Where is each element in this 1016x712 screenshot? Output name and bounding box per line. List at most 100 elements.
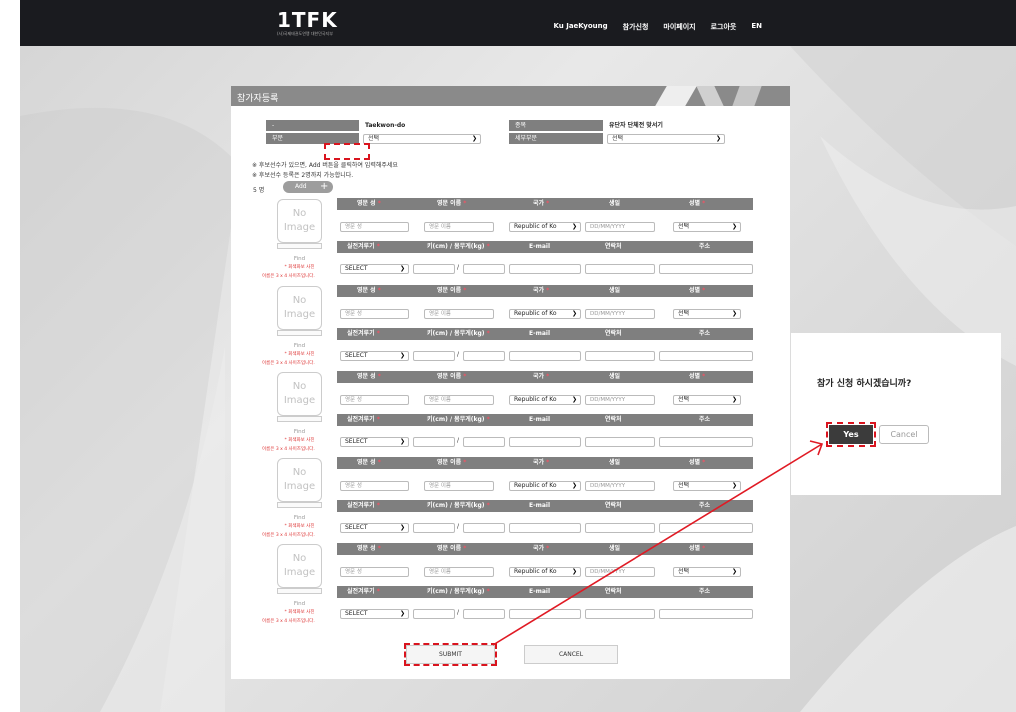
header-birthday: 생일 <box>609 545 621 552</box>
country-select[interactable]: Republic of Ko ❯ <box>509 309 581 319</box>
gender-select[interactable]: 선택 ❯ <box>673 481 741 491</box>
first-name-input[interactable]: 영문 이름 <box>424 222 494 232</box>
logo[interactable]: 1TFK <box>277 8 338 32</box>
height-weight-separator: / <box>457 437 460 444</box>
field-header-row-2: 실전겨루기 * 키(cm) / 몸무게(kg) * E-mail 연락처 주소 <box>337 328 753 340</box>
dialog-cancel-button[interactable]: Cancel <box>879 425 929 444</box>
photo-file-input[interactable] <box>277 588 322 594</box>
nav-mypage[interactable]: 마이페이지 <box>663 22 695 32</box>
first-name-input[interactable]: 영문 이름 <box>424 567 494 577</box>
first-name-input[interactable]: 영문 이름 <box>424 309 494 319</box>
nav-user-name[interactable]: Ku JaeKyoung <box>554 22 608 32</box>
photo-note-1: * 회색화보 사진 <box>284 352 315 357</box>
photo-file-input[interactable] <box>277 243 322 249</box>
find-button[interactable]: Find <box>277 343 322 349</box>
header-gender: 성별 * <box>689 287 706 294</box>
photo-placeholder[interactable]: No Image <box>277 199 322 243</box>
email-input[interactable] <box>509 609 581 619</box>
country-select[interactable]: Republic of Ko ❯ <box>509 481 581 491</box>
weight-input[interactable] <box>463 351 505 361</box>
photo-file-input[interactable] <box>277 416 322 422</box>
country-select[interactable]: Republic of Ko ❯ <box>509 395 581 405</box>
gender-select[interactable]: 선택 ❯ <box>673 567 741 577</box>
first-name-input[interactable]: 영문 이름 <box>424 481 494 491</box>
birthday-input[interactable]: DD/MM/YYYY <box>585 222 655 232</box>
address-input[interactable] <box>659 437 753 447</box>
photo-placeholder[interactable]: No Image <box>277 372 322 416</box>
phone-input[interactable] <box>585 609 655 619</box>
nav-apply[interactable]: 참가신청 <box>623 22 649 32</box>
photo-file-input[interactable] <box>277 330 322 336</box>
email-input[interactable] <box>509 523 581 533</box>
find-button[interactable]: Find <box>277 256 322 262</box>
last-name-input[interactable]: 영문 성 <box>340 395 409 405</box>
gender-select[interactable]: 선택 ❯ <box>673 309 741 319</box>
last-name-input[interactable]: 영문 성 <box>340 309 409 319</box>
photo-file-input[interactable] <box>277 502 322 508</box>
address-input[interactable] <box>659 609 753 619</box>
photo-placeholder[interactable]: No Image <box>277 458 322 502</box>
email-input[interactable] <box>509 351 581 361</box>
header-country: 국가 * <box>533 373 550 380</box>
sparring-select[interactable]: SELECT ❯ <box>340 609 409 619</box>
find-button[interactable]: Find <box>277 429 322 435</box>
add-button[interactable]: Add + <box>283 181 333 193</box>
division-select[interactable]: 선택 ❯ <box>363 134 481 144</box>
plus-icon: + <box>320 181 329 192</box>
birthday-input[interactable]: DD/MM/YYYY <box>585 309 655 319</box>
nav-logout[interactable]: 로그아웃 <box>711 22 737 32</box>
address-input[interactable] <box>659 523 753 533</box>
height-input[interactable] <box>413 523 455 533</box>
chevron-down-icon: ❯ <box>399 265 405 272</box>
birthday-input[interactable]: DD/MM/YYYY <box>585 481 655 491</box>
email-input[interactable] <box>509 264 581 274</box>
no-image-text: Image <box>283 309 316 320</box>
no-image-text: No <box>292 553 307 564</box>
address-input[interactable] <box>659 264 753 274</box>
height-input[interactable] <box>413 351 455 361</box>
height-weight-separator: / <box>457 264 460 271</box>
sparring-select[interactable]: SELECT ❯ <box>340 437 409 447</box>
weight-input[interactable] <box>463 523 505 533</box>
gender-select[interactable]: 선택 ❯ <box>673 395 741 405</box>
subdivision-select[interactable]: 선택 ❯ <box>607 134 725 144</box>
phone-input[interactable] <box>585 437 655 447</box>
cancel-button[interactable]: CANCEL <box>524 645 618 664</box>
subdivision-label: 세부부문 <box>509 133 603 144</box>
last-name-input[interactable]: 영문 성 <box>340 222 409 232</box>
first-name-input[interactable]: 영문 이름 <box>424 395 494 405</box>
photo-placeholder[interactable]: No Image <box>277 286 322 330</box>
email-input[interactable] <box>509 437 581 447</box>
find-button[interactable]: Find <box>277 515 322 521</box>
address-input[interactable] <box>659 351 753 361</box>
height-input[interactable] <box>413 264 455 274</box>
sparring-select[interactable]: SELECT ❯ <box>340 264 409 274</box>
country-select[interactable]: Republic of Ko ❯ <box>509 222 581 232</box>
annotation-box-add <box>324 143 370 160</box>
photo-placeholder[interactable]: No Image <box>277 544 322 588</box>
phone-input[interactable] <box>585 351 655 361</box>
nav-language[interactable]: EN <box>751 22 762 32</box>
height-input[interactable] <box>413 609 455 619</box>
header-first-name: 영문 이름 * <box>437 459 467 466</box>
header-sparring: 실전겨루기 * <box>347 502 380 509</box>
last-name-input[interactable]: 영문 성 <box>340 567 409 577</box>
country-select[interactable]: Republic of Ko ❯ <box>509 567 581 577</box>
sparring-select-value: SELECT <box>345 438 368 445</box>
weight-input[interactable] <box>463 609 505 619</box>
gender-select[interactable]: 선택 ❯ <box>673 222 741 232</box>
header-country: 국가 * <box>533 545 550 552</box>
phone-input[interactable] <box>585 523 655 533</box>
birthday-input[interactable]: DD/MM/YYYY <box>585 395 655 405</box>
height-input[interactable] <box>413 437 455 447</box>
gender-select-value: 선택 <box>678 396 690 403</box>
sparring-select[interactable]: SELECT ❯ <box>340 523 409 533</box>
weight-input[interactable] <box>463 264 505 274</box>
find-button[interactable]: Find <box>277 601 322 607</box>
sparring-select[interactable]: SELECT ❯ <box>340 351 409 361</box>
field-header-row-1: 영문 성 * 영문 이름 * 국가 * 생일 성별 * <box>337 543 753 555</box>
phone-input[interactable] <box>585 264 655 274</box>
last-name-input[interactable]: 영문 성 <box>340 481 409 491</box>
birthday-input[interactable]: DD/MM/YYYY <box>585 567 655 577</box>
weight-input[interactable] <box>463 437 505 447</box>
